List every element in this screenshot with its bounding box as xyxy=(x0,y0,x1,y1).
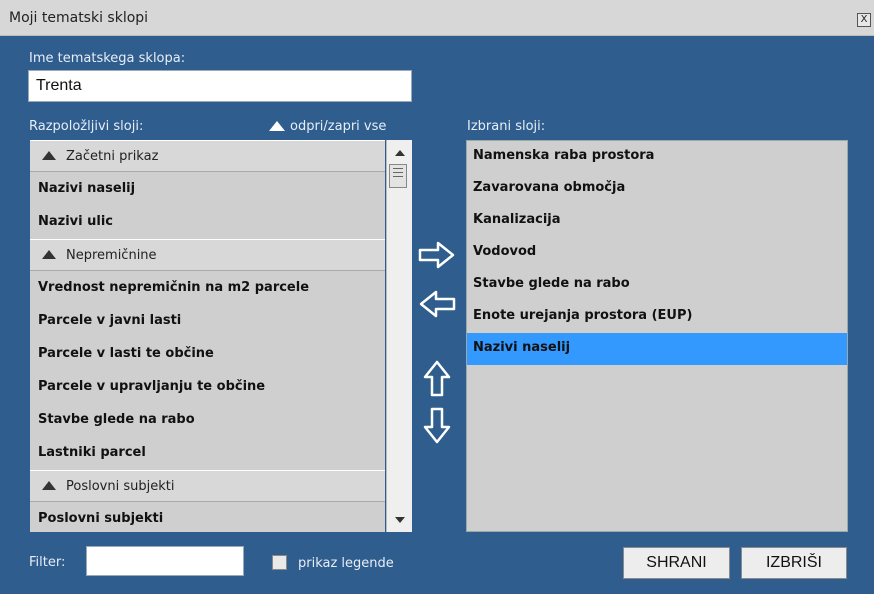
close-icon[interactable]: X xyxy=(857,13,871,27)
selected-layers-list[interactable]: Namenska raba prostora Zavarovana območja… xyxy=(466,140,848,532)
available-layer-item[interactable]: Stavbe glede na rabo xyxy=(30,404,385,436)
layer-label: Stavbe glede na rabo xyxy=(38,412,195,427)
layer-label: Nepremičnine xyxy=(66,248,157,263)
available-layer-item[interactable]: Nazivi naselij xyxy=(30,173,385,205)
move-down-icon[interactable] xyxy=(422,407,452,445)
available-layer-item[interactable]: Lastniki parcel xyxy=(30,437,385,469)
layer-group-header[interactable]: Nepremičnine xyxy=(30,239,385,271)
selected-layer-item[interactable]: Stavbe glede na rabo xyxy=(467,269,847,301)
scroll-up-button[interactable] xyxy=(387,140,412,164)
toggle-all-link[interactable]: odpri/zapri vse xyxy=(269,119,386,134)
scroll-down-button[interactable] xyxy=(387,508,412,532)
selected-layer-item[interactable]: Vodovod xyxy=(467,237,847,269)
triangle-up-icon xyxy=(42,250,56,259)
triangle-up-icon xyxy=(269,121,285,131)
toggle-all-label: odpri/zapri vse xyxy=(290,119,387,134)
selected-layer-item[interactable]: Namenska raba prostora xyxy=(467,141,847,173)
selected-layer-item[interactable]: Enote urejanja prostora (EUP) xyxy=(467,301,847,333)
triangle-up-icon xyxy=(42,481,56,490)
arrow-down-icon xyxy=(394,517,405,523)
legend-checkbox[interactable] xyxy=(272,555,287,570)
move-up-icon[interactable] xyxy=(422,359,452,397)
legend-label: prikaz legende xyxy=(298,556,394,571)
layer-label: Poslovni subjekti xyxy=(38,511,164,526)
selected-layer-item[interactable]: Zavarovana območja xyxy=(467,173,847,205)
selected-layer-item[interactable]: Nazivi naselij xyxy=(467,333,847,365)
arrow-up-icon xyxy=(394,150,405,156)
available-layer-item[interactable]: Vrednost nepremičnin na m2 parcele xyxy=(30,272,385,304)
available-layer-item[interactable]: Poslovni subjekti xyxy=(30,503,385,532)
move-left-icon[interactable] xyxy=(418,289,456,319)
selected-layer-item[interactable]: Kanalizacija xyxy=(467,205,847,237)
layer-label: Lastniki parcel xyxy=(38,445,146,460)
available-layers-list[interactable]: Začetni prikaz Nazivi naselij Nazivi ulic N… xyxy=(30,140,385,532)
available-layers-label: Razpoložljivi sloji: xyxy=(29,119,144,134)
save-button[interactable]: SHRANI xyxy=(623,547,730,579)
selected-layers-label: Izbrani sloji: xyxy=(467,119,546,134)
layer-label: Nazivi ulic xyxy=(38,214,114,229)
move-right-icon[interactable] xyxy=(418,240,456,270)
dialog-title: Moji tematski sklopi xyxy=(9,10,149,26)
delete-button[interactable]: IZBRIŠI xyxy=(741,547,847,579)
triangle-up-icon xyxy=(42,151,56,160)
title-bar[interactable]: Moji tematski sklopi X xyxy=(0,0,874,36)
layer-label: Začetni prikaz xyxy=(66,149,159,164)
scroll-thumb[interactable] xyxy=(389,164,407,188)
layer-label: Poslovni subjekti xyxy=(66,479,175,494)
available-layer-item[interactable]: Nazivi ulic xyxy=(30,206,385,238)
layer-group-header[interactable]: Poslovni subjekti xyxy=(30,470,385,502)
available-layer-item[interactable]: Parcele v lasti te občine xyxy=(30,338,385,370)
theme-name-input[interactable] xyxy=(28,70,412,102)
available-scrollbar[interactable] xyxy=(386,140,412,532)
filter-label: Filter: xyxy=(29,555,66,570)
name-field-label: Ime tematskega sklopa: xyxy=(29,51,186,66)
filter-input[interactable] xyxy=(86,546,244,576)
layer-label: Parcele v lasti te občine xyxy=(38,346,214,361)
layer-label: Parcele v upravljanju te občine xyxy=(38,379,266,394)
layer-label: Nazivi naselij xyxy=(38,181,136,196)
layer-label: Vrednost nepremičnin na m2 parcele xyxy=(38,280,310,295)
themes-dialog: Moji tematski sklopi X Ime tematskega sk… xyxy=(0,0,874,594)
available-layer-item[interactable]: Parcele v javni lasti xyxy=(30,305,385,337)
layer-label: Parcele v javni lasti xyxy=(38,313,182,328)
layer-group-header[interactable]: Začetni prikaz xyxy=(30,140,385,172)
available-layer-item[interactable]: Parcele v upravljanju te občine xyxy=(30,371,385,403)
